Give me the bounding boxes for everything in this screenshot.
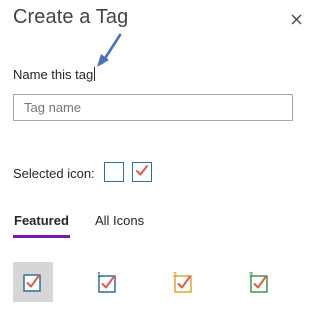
dialog-title: Create a Tag: [13, 6, 129, 28]
tab-all-icons[interactable]: All Icons: [95, 213, 144, 228]
selected-icon-label: Selected icon:: [13, 166, 95, 181]
featured-icon-checkbox-3[interactable]: 3: [240, 262, 280, 302]
text-caret: [94, 67, 96, 81]
checkbox-2-icon: 2: [173, 272, 192, 293]
close-button[interactable]: [284, 8, 308, 30]
name-tag-label: Name this tag: [13, 67, 96, 82]
empty-checkbox-icon: [104, 162, 124, 182]
checkbox-3-icon: 3: [249, 272, 268, 293]
tab-featured[interactable]: Featured: [14, 213, 69, 228]
featured-icon-checkbox-1[interactable]: 1: [88, 262, 128, 302]
svg-text:3: 3: [249, 272, 253, 279]
checked-checkbox-icon: [132, 162, 152, 182]
checkbox-icon: [23, 274, 41, 292]
tag-name-input[interactable]: [13, 94, 293, 121]
featured-icon-checkbox-2[interactable]: 2: [164, 262, 204, 302]
pointer-arrow-icon: [97, 33, 122, 67]
svg-text:2: 2: [173, 272, 177, 279]
checkbox-1-icon: 1: [97, 272, 116, 293]
featured-icon-checkbox[interactable]: [13, 262, 53, 302]
active-tab-indicator: [13, 235, 70, 238]
close-icon: [291, 14, 301, 24]
create-tag-dialog: Create a Tag Name this tag Selected icon…: [0, 0, 312, 310]
svg-text:1: 1: [97, 272, 101, 279]
